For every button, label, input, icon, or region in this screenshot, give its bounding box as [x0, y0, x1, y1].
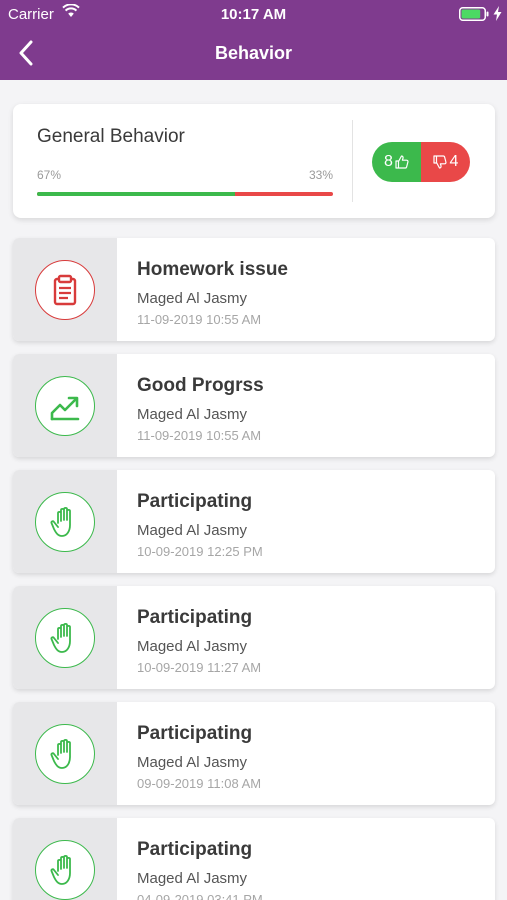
positive-percent: 67%: [37, 168, 62, 182]
top-bar: Carrier 10:17 AM Behavior: [0, 0, 507, 80]
raised-hand-icon: [35, 839, 95, 900]
positive-count-button[interactable]: 8: [372, 142, 421, 182]
entry-teacher: Maged Al Jasmy: [137, 522, 248, 539]
entry-icon-panel: [13, 238, 117, 341]
entry-teacher: Maged Al Jasmy: [137, 406, 248, 423]
entry-teacher: Maged Al Jasmy: [137, 754, 248, 771]
behavior-entry[interactable]: Participating Maged Al Jasmy 10-09-2019 12…: [13, 470, 495, 573]
negative-count: 4: [449, 153, 459, 170]
behavior-entry[interactable]: Participating Maged Al Jasmy 09-09-2019 11…: [13, 702, 495, 805]
status-bar: Carrier 10:17 AM: [0, 0, 507, 28]
card-divider: [352, 120, 353, 202]
behavior-list: Homework issue Maged Al Jasmy 11-09-2019 1…: [13, 238, 495, 900]
entry-date: 10-09-2019 11:27 AM: [137, 660, 262, 675]
general-behavior-card: General Behavior 67% 33% 8 4: [13, 104, 495, 218]
raised-hand-icon: [35, 491, 95, 552]
behavior-progress-fill: [37, 192, 236, 196]
entry-icon-panel: [13, 470, 117, 573]
behavior-entry[interactable]: Good Progrss Maged Al Jasmy 11-09-2019 10:…: [13, 354, 495, 457]
entry-date: 11-09-2019 10:55 AM: [137, 428, 262, 443]
battery-icon: [459, 7, 489, 21]
thumbs-down-icon: [432, 155, 447, 169]
vote-counter: 8 4: [372, 142, 470, 182]
general-behavior-title: General Behavior: [37, 126, 185, 147]
entry-title: Good Progrss: [137, 375, 264, 396]
thumbs-up-icon: [395, 155, 409, 169]
entry-title: Homework issue: [137, 259, 288, 280]
positive-count: 8: [384, 153, 393, 170]
behavior-entry[interactable]: Participating Maged Al Jasmy 04-09-2019 03…: [13, 818, 495, 900]
entry-teacher: Maged Al Jasmy: [137, 870, 248, 887]
trending-up-icon: [35, 375, 95, 436]
entry-date: 10-09-2019 12:25 PM: [137, 544, 263, 559]
behavior-progress-bar: [37, 192, 333, 196]
entry-title: Participating: [137, 723, 253, 744]
entry-date: 11-09-2019 10:55 AM: [137, 312, 262, 327]
entry-date: 09-09-2019 11:08 AM: [137, 776, 262, 791]
entry-icon-panel: [13, 702, 117, 805]
entry-icon-panel: [13, 354, 117, 457]
negative-count-button[interactable]: 4: [421, 142, 470, 182]
entry-icon-panel: [13, 586, 117, 689]
entry-teacher: Maged Al Jasmy: [137, 638, 248, 655]
raised-hand-icon: [35, 607, 95, 668]
entry-date: 04-09-2019 03:41 PM: [137, 892, 263, 900]
behavior-entry[interactable]: Participating Maged Al Jasmy 10-09-2019 11…: [13, 586, 495, 689]
entry-title: Participating: [137, 607, 253, 628]
entry-title: Participating: [137, 839, 253, 860]
behavior-entry[interactable]: Homework issue Maged Al Jasmy 11-09-2019 1…: [13, 238, 495, 341]
charging-bolt-icon: [493, 6, 502, 21]
nav-bar: Behavior: [0, 28, 507, 80]
page-title: Behavior: [214, 43, 293, 63]
clipboard-icon: [35, 259, 95, 320]
entry-teacher: Maged Al Jasmy: [137, 290, 248, 307]
negative-percent: 33%: [308, 168, 333, 182]
raised-hand-icon: [35, 723, 95, 784]
status-time: 10:17 AM: [220, 6, 287, 23]
entry-icon-panel: [13, 818, 117, 900]
entry-title: Participating: [137, 491, 253, 512]
